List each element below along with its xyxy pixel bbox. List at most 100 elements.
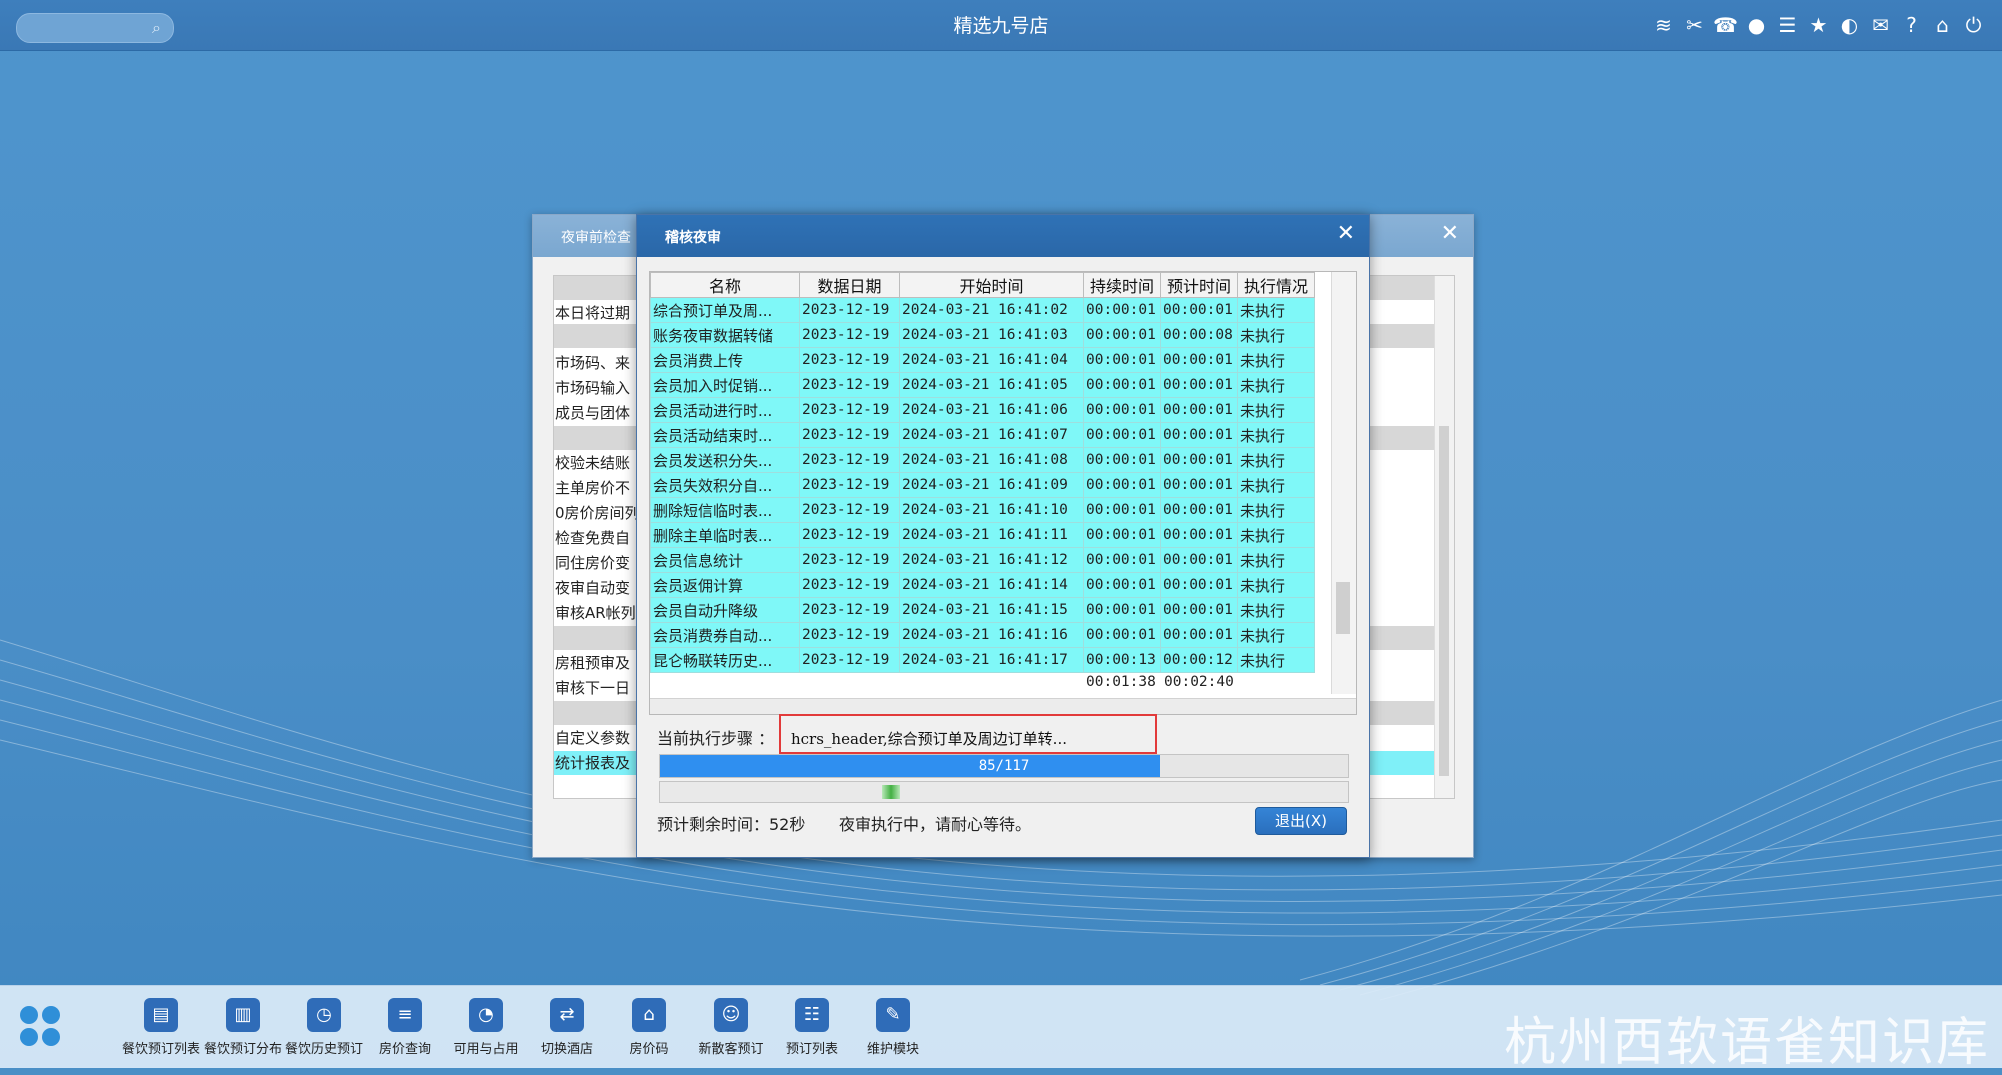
clock-icon: ◷ [307, 998, 341, 1032]
taskbar-item-label: 餐饮预订分布 [203, 1042, 282, 1057]
taskbar-item-label: 预订列表 [785, 1042, 838, 1057]
taskbar-item[interactable]: ≡ 房价查询 [362, 998, 448, 1057]
table-row[interactable]: 会员活动结束时... 2023-12-19 2024-03-21 16:41:07 0… [650, 422, 1315, 448]
table-row[interactable]: 会员发送积分失... 2023-12-19 2024-03-21 16:41:08 0… [650, 447, 1315, 473]
check-item[interactable]: 市场码、来 [554, 351, 630, 375]
check-item[interactable]: 本日将过期 [554, 301, 630, 325]
scrollbar-thumb[interactable] [1439, 426, 1449, 776]
column-header[interactable]: 持续时间 [1083, 272, 1161, 298]
help-icon[interactable]: ? [1899, 12, 1924, 38]
table-header-row: 名称 数据日期 开始时间 持续时间 预计时间 执行情况 [650, 272, 1315, 298]
taskbar-item[interactable]: ◷ 餐饮历史预订 [281, 998, 367, 1057]
power-icon[interactable]: ⏻ [1961, 12, 1986, 38]
check-item[interactable]: 成员与团体 [554, 401, 630, 425]
taskbar-item[interactable]: ☺ 新散客预订 [688, 998, 774, 1057]
taskbar-item-label: 维护模块 [866, 1042, 919, 1057]
step-progress-bar [659, 781, 1349, 803]
coins-icon: ≡ [388, 998, 422, 1032]
table-cell: 未执行 [1237, 572, 1315, 598]
column-header[interactable]: 执行情况 [1237, 272, 1315, 298]
house-icon: ⌂ [632, 998, 666, 1032]
table-cell: 删除主单临时表... [650, 522, 800, 548]
taskbar-item-label: 新散客预订 [698, 1042, 764, 1057]
taskbar-item-label: 餐饮预订列表 [121, 1042, 200, 1057]
table-row[interactable]: 会员消费上传 2023-12-19 2024-03-21 16:41:04 00:00… [650, 347, 1315, 373]
table-cell: 2023-12-19 [799, 422, 900, 448]
table-row[interactable]: 会员返佣计算 2023-12-19 2024-03-21 16:41:14 00:00… [650, 572, 1315, 598]
check-item[interactable]: 审核下一日 [554, 676, 630, 700]
list-icon: ☷ [795, 998, 829, 1032]
table-cell: 未执行 [1237, 397, 1315, 423]
table-cell: 2023-12-19 [799, 522, 900, 548]
taskbar-item[interactable]: ▤ 餐饮预订列表 [118, 998, 204, 1057]
close-icon[interactable]: ✕ [1337, 221, 1355, 246]
check-item[interactable]: 审核AR帐列 [554, 601, 636, 625]
check-item[interactable]: 自定义参数 [554, 726, 630, 750]
column-header[interactable]: 名称 [650, 272, 800, 298]
toolbar-icons: ≋ ✂ ☎ ● ☰ ★ ◐ ✉ ? ⌂ ⏻ [1651, 12, 1986, 38]
table-cell: 2023-12-19 [799, 547, 900, 573]
check-item[interactable]: 同住房价变 [554, 551, 630, 575]
table-cell: 00:00:01 [1083, 322, 1161, 348]
table-row[interactable]: 账务夜审数据转储 2023-12-19 2024-03-21 16:41:03 00:… [650, 322, 1315, 348]
taskbar-item[interactable]: ✎ 维护模块 [850, 998, 936, 1057]
menu-icon[interactable]: ☰ [1775, 12, 1800, 38]
clipboard-icon: ▤ [144, 998, 178, 1032]
chart-icon: ▥ [226, 998, 260, 1032]
phone-icon[interactable]: ☎ [1713, 12, 1738, 38]
check-item[interactable]: 主单房价不 [554, 476, 630, 500]
table-row[interactable]: 会员活动进行时... 2023-12-19 2024-03-21 16:41:06 0… [650, 397, 1315, 423]
exit-button[interactable]: 退出(X) [1255, 807, 1347, 835]
check-item[interactable]: 统计报表及 [554, 751, 630, 775]
table-cell: 未执行 [1237, 522, 1315, 548]
check-item[interactable]: 市场码输入 [554, 376, 630, 400]
check-item[interactable]: 房租预审及 [554, 651, 630, 675]
home-icon[interactable]: ⌂ [1930, 12, 1955, 38]
check-item[interactable]: 0房价房间列 [554, 501, 640, 525]
search-input[interactable]: ⌕ [16, 13, 174, 43]
table-row[interactable]: 删除主单临时表... 2023-12-19 2024-03-21 16:41:11 0… [650, 522, 1315, 548]
scrollbar-thumb[interactable] [1336, 582, 1350, 634]
taskbar-item[interactable]: ⇄ 切换酒店 [524, 998, 610, 1057]
app-logo-icon[interactable] [20, 1006, 62, 1048]
column-header[interactable]: 预计时间 [1160, 272, 1238, 298]
taskbar-item-label: 房价查询 [378, 1042, 431, 1057]
tools-icon[interactable]: ✂ [1682, 12, 1707, 38]
table-cell: 未执行 [1237, 347, 1315, 373]
taskbar-item[interactable]: ☷ 预订列表 [769, 998, 855, 1057]
table-cell: 会员消费券自动... [650, 622, 800, 648]
audit-table: 名称 数据日期 开始时间 持续时间 预计时间 执行情况 综合预订单及周... 20… [650, 272, 1315, 673]
table-row[interactable]: 会员信息统计 2023-12-19 2024-03-21 16:41:12 00:00… [650, 547, 1315, 573]
table-cell: 00:00:01 [1160, 497, 1238, 523]
check-item[interactable]: 夜审自动变 [554, 576, 630, 600]
table-cell: 会员返佣计算 [650, 572, 800, 598]
taskbar-item[interactable]: ▥ 餐饮预订分布 [200, 998, 286, 1057]
table-cell: 2024-03-21 16:41:11 [899, 522, 1084, 548]
table-cell: 2023-12-19 [799, 622, 900, 648]
close-icon[interactable]: ✕ [1441, 221, 1459, 246]
mail-icon[interactable]: ✉ [1868, 12, 1893, 38]
table-row[interactable]: 会员失效积分自... 2023-12-19 2024-03-21 16:41:09 0… [650, 472, 1315, 498]
table-cell: 未执行 [1237, 322, 1315, 348]
table-row[interactable]: 会员自动升降级 2023-12-19 2024-03-21 16:41:15 00:0… [650, 597, 1315, 623]
column-header[interactable]: 数据日期 [799, 272, 900, 298]
check-item[interactable]: 校验未结账 [554, 451, 630, 475]
taskbar-item[interactable]: ◔ 可用与占用 [443, 998, 529, 1057]
taskbar-item[interactable]: ⌂ 房价码 [606, 998, 692, 1057]
wifi-icon[interactable]: ≋ [1651, 12, 1676, 38]
table-row[interactable]: 昆仑畅联转历史... 2023-12-19 2024-03-21 16:41:17 0… [650, 647, 1315, 673]
palette-icon[interactable]: ● [1744, 12, 1769, 38]
column-header[interactable]: 开始时间 [899, 272, 1084, 298]
theme-icon[interactable]: ◐ [1837, 12, 1862, 38]
switch-icon: ⇄ [550, 998, 584, 1032]
check-item[interactable]: 检查免费自 [554, 526, 630, 550]
table-row[interactable]: 会员消费券自动... 2023-12-19 2024-03-21 16:41:16 0… [650, 622, 1315, 648]
table-row[interactable]: 综合预订单及周... 2023-12-19 2024-03-21 16:41:02 0… [650, 297, 1315, 323]
table-cell: 会员信息统计 [650, 547, 800, 573]
table-row[interactable]: 删除短信临时表... 2023-12-19 2024-03-21 16:41:10 0… [650, 497, 1315, 523]
star-icon[interactable]: ★ [1806, 12, 1831, 38]
table-cell: 2023-12-19 [799, 297, 900, 323]
table-cell: 00:00:01 [1160, 372, 1238, 398]
horizontal-scrollbar[interactable] [650, 698, 1356, 714]
table-row[interactable]: 会员加入时促销... 2023-12-19 2024-03-21 16:41:05 0… [650, 372, 1315, 398]
